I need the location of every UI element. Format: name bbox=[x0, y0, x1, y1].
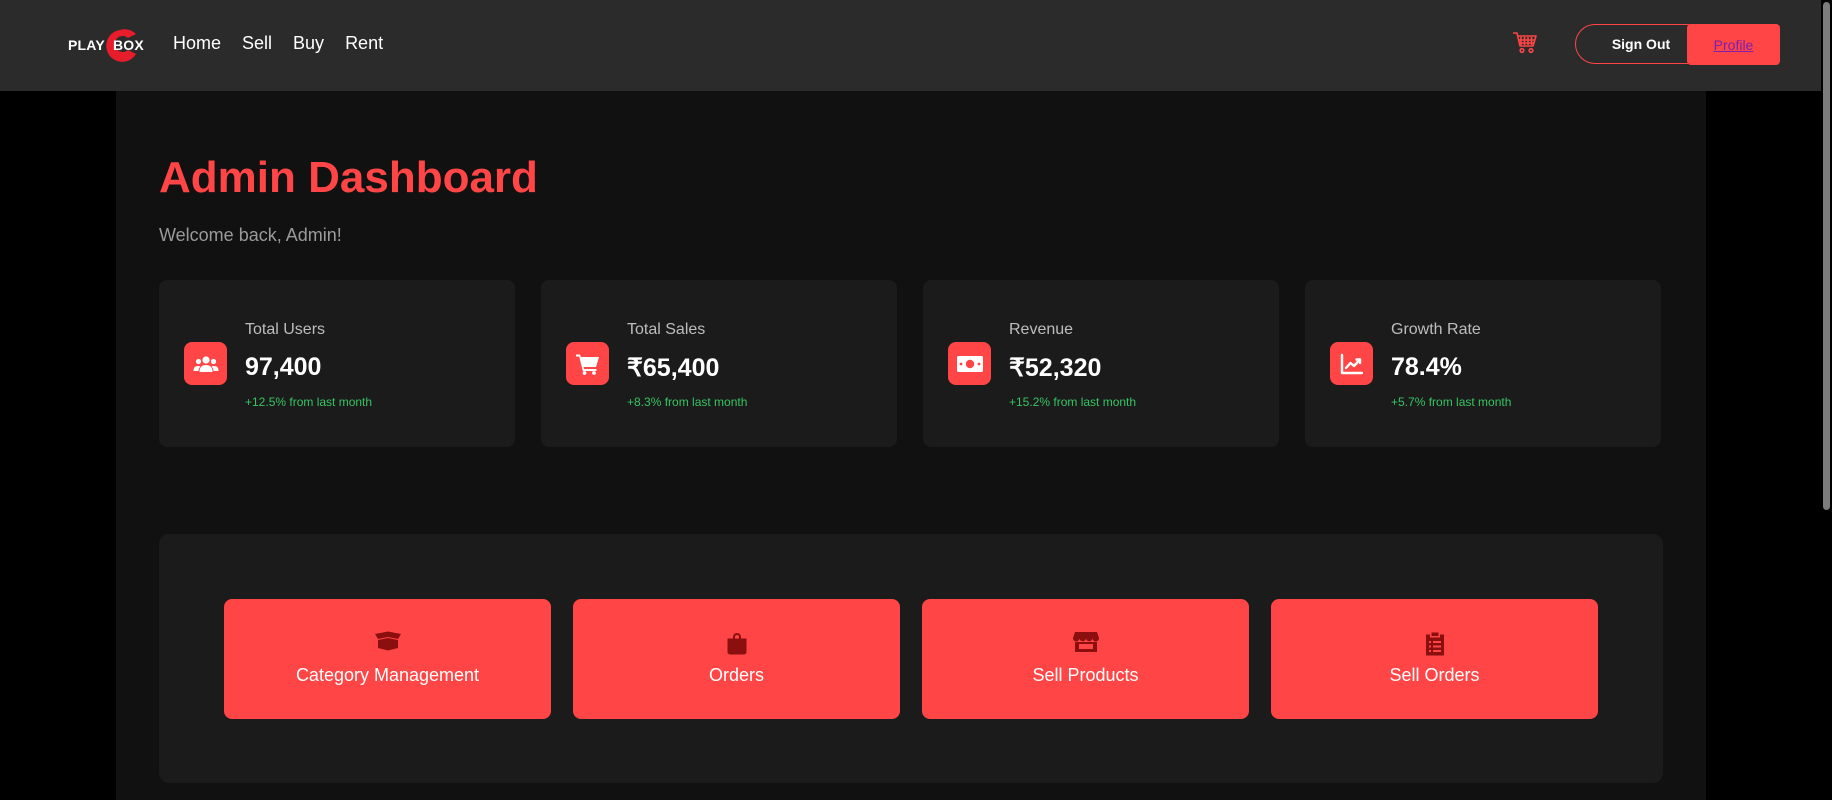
logo-text-box: BOX bbox=[113, 37, 144, 53]
nav-link-home[interactable]: Home bbox=[173, 33, 221, 54]
logo-text-play: PLAY bbox=[68, 37, 105, 53]
stat-card-growth-rate: Growth Rate 78.4% +5.7% from last month bbox=[1305, 280, 1661, 447]
action-label: Orders bbox=[708, 665, 764, 685]
stat-change: +12.5% from last month bbox=[245, 395, 373, 409]
orders-button[interactable]: Orders bbox=[573, 599, 900, 719]
page-title: Admin Dashboard bbox=[159, 153, 538, 202]
shopping-cart-icon[interactable] bbox=[1512, 30, 1538, 59]
stat-value: 78.4% bbox=[1391, 353, 1462, 381]
stat-value: 97,400 bbox=[245, 353, 322, 381]
shopping-cart-icon bbox=[566, 342, 609, 385]
main-content: Admin Dashboard Welcome back, Admin! Tot… bbox=[116, 91, 1706, 800]
stat-value: ₹52,320 bbox=[1009, 354, 1102, 382]
stat-card-total-sales: Total Sales ₹65,400 +8.3% from last mont… bbox=[541, 280, 897, 447]
stat-label: Growth Rate bbox=[1391, 321, 1481, 338]
stat-card-revenue: Revenue ₹52,320 +15.2% from last month bbox=[923, 280, 1279, 447]
sell-orders-button[interactable]: Sell Orders bbox=[1271, 599, 1598, 719]
navbar: PLAY BOX Home Sell Buy Rent Sign Out Pro… bbox=[0, 0, 1821, 91]
stat-label: Revenue bbox=[1009, 321, 1074, 338]
stat-change: +15.2% from last month bbox=[1009, 395, 1137, 409]
nav-links: Home Sell Buy Rent bbox=[173, 33, 404, 54]
nav-link-rent[interactable]: Rent bbox=[345, 33, 383, 54]
action-label: Category Management bbox=[295, 665, 480, 685]
profile-button[interactable]: Profile bbox=[1687, 24, 1780, 65]
playbox-logo[interactable]: PLAY BOX bbox=[68, 28, 148, 64]
stat-card-total-users: Total Users 97,400 +12.5% from last mont… bbox=[159, 280, 515, 447]
stat-value: ₹65,400 bbox=[627, 354, 720, 382]
stat-label: Total Users bbox=[245, 321, 326, 338]
action-label: Sell Orders bbox=[1389, 665, 1480, 685]
scrollbar-thumb[interactable] bbox=[1823, 2, 1830, 510]
page-subtitle: Welcome back, Admin! bbox=[159, 225, 342, 245]
clipboard-list-icon bbox=[1425, 632, 1444, 656]
stat-change: +5.7% from last month bbox=[1391, 395, 1512, 409]
action-label: Sell Products bbox=[1032, 665, 1139, 685]
box-open-icon bbox=[374, 631, 401, 651]
users-icon bbox=[184, 342, 227, 385]
chart-line-icon bbox=[1330, 342, 1373, 385]
stat-change: +8.3% from last month bbox=[627, 395, 748, 409]
quick-actions-panel: Category Management Orders Sell Products bbox=[159, 534, 1663, 783]
stat-label: Total Sales bbox=[627, 321, 706, 338]
store-icon bbox=[1072, 632, 1099, 652]
money-bill-icon bbox=[948, 342, 991, 385]
category-management-button[interactable]: Category Management bbox=[224, 599, 551, 719]
nav-link-sell[interactable]: Sell bbox=[242, 33, 272, 54]
shopping-bag-icon bbox=[727, 633, 746, 655]
sell-products-button[interactable]: Sell Products bbox=[922, 599, 1249, 719]
nav-link-buy[interactable]: Buy bbox=[293, 33, 324, 54]
